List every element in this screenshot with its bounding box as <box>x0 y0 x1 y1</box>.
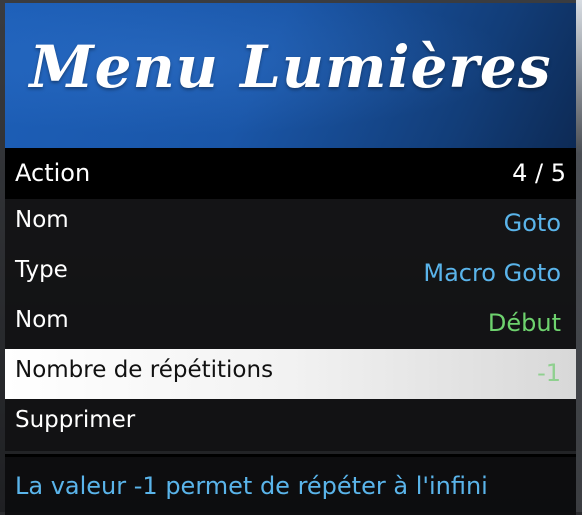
subheader-label: Action <box>15 159 91 187</box>
lights-menu: Menu Lumières Action 4 / 5 Nom Goto Type… <box>5 3 576 515</box>
menu-item-value: Goto <box>503 209 561 237</box>
scene-edge <box>576 0 582 512</box>
menu-item-value: Début <box>487 309 561 337</box>
menu-item-label: Nom <box>15 307 69 333</box>
menu-items: Nom Goto Type Macro Goto Nom Début Nombr… <box>5 199 576 451</box>
description-text: La valeur -1 permet de répéter à l'infin… <box>15 472 488 500</box>
menu-title: Menu Lumières <box>29 33 552 101</box>
menu-item-value: -1 <box>537 359 561 387</box>
menu-item-label: Type <box>15 257 68 283</box>
menu-item-repetitions[interactable]: Nombre de répétitions -1 <box>5 349 576 399</box>
menu-item-label: Supprimer <box>15 407 136 433</box>
menu-item-label: Nom <box>15 207 69 233</box>
menu-subheader: Action 4 / 5 <box>5 148 576 199</box>
menu-item-name[interactable]: Nom Goto <box>5 199 576 249</box>
menu-item-target-name[interactable]: Nom Début <box>5 299 576 349</box>
menu-item-value: Macro Goto <box>423 259 561 287</box>
menu-item-label: Nombre de répétitions <box>15 357 274 383</box>
item-counter: 4 / 5 <box>512 159 566 187</box>
menu-description: La valeur -1 permet de répéter à l'infin… <box>5 454 576 515</box>
menu-banner: Menu Lumières <box>5 3 576 148</box>
menu-item-type[interactable]: Type Macro Goto <box>5 249 576 299</box>
menu-item-delete[interactable]: Supprimer <box>5 399 576 449</box>
